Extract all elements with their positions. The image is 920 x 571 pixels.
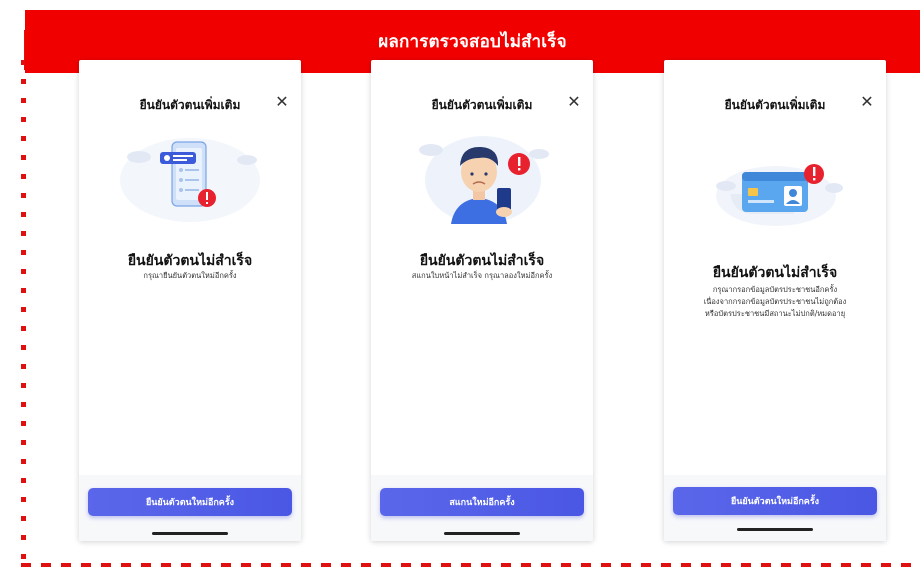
result-title: ยืนยันตัวตนไม่สำเร็จ: [419, 253, 545, 269]
sheet-title: ยืนยันตัวตนเพิ่มเติม: [724, 98, 826, 112]
phone-screen-3: ยืนยันตัวตนเพิ่มเติม ✕ ยืนยันตัวตนไม่สำเ…: [664, 60, 886, 541]
result-title: ยืนยันตัวตนไม่สำเร็จ: [127, 253, 253, 269]
phone-screen-2: ยืนยันตัวตนเพิ่มเติม ✕ ยืนยันตัวตนไม่สำเ…: [371, 60, 593, 541]
status-bar: [678, 68, 874, 76]
result-subtitle-line-1: กรุณากรอกข้อมูลบัตรประชาชนอีกครั้ง: [712, 285, 838, 294]
dashed-frame-bottom: [21, 563, 920, 567]
man-holding-phone-icon: [419, 136, 549, 224]
phone-with-alert-icon: [120, 138, 260, 222]
close-icon[interactable]: ✕: [857, 91, 877, 111]
retry-verify-button[interactable]: ยืนยันตัวตนใหม่อีกครั้ง: [88, 488, 292, 516]
sheet-title: ยืนยันตัวตนเพิ่มเติม: [139, 98, 241, 112]
rescan-button[interactable]: สแกนใหม่อีกครั้ง: [380, 488, 584, 516]
status-bar: [385, 68, 581, 76]
retry-verify-button[interactable]: ยืนยันตัวตนใหม่อีกครั้ง: [673, 487, 877, 515]
result-subtitle-line-3: หรือบัตรประชาชนมีสถานะไม่ปกติ/หมดอายุ: [704, 309, 846, 318]
dashed-frame-left: [21, 60, 26, 565]
result-title: ยืนยันตัวตนไม่สำเร็จ: [712, 265, 838, 281]
id-card-alert-icon: [716, 164, 843, 226]
home-indicator: [737, 528, 813, 531]
sheet-title: ยืนยันตัวตนเพิ่มเติม: [431, 98, 533, 112]
result-subtitle: สแกนใบหน้าไม่สำเร็จ กรุณาลองใหม่อีกครั้ง: [411, 271, 553, 280]
close-icon[interactable]: ✕: [564, 91, 584, 111]
home-indicator: [444, 532, 520, 535]
home-indicator: [152, 532, 228, 535]
phone-screen-1: ยืนยันตัวตนเพิ่มเติม ✕ ยืนยันตัวตนไม่สำเ…: [79, 60, 301, 541]
result-subtitle-line-2: เนื่องจากกรอกข้อมูลบัตรประชาชนไม่ถูกต้อง: [703, 297, 847, 306]
status-bar: [93, 68, 289, 76]
result-subtitle: กรุณายืนยันตัวตนใหม่อีกครั้ง: [143, 271, 237, 280]
close-icon[interactable]: ✕: [272, 91, 292, 111]
